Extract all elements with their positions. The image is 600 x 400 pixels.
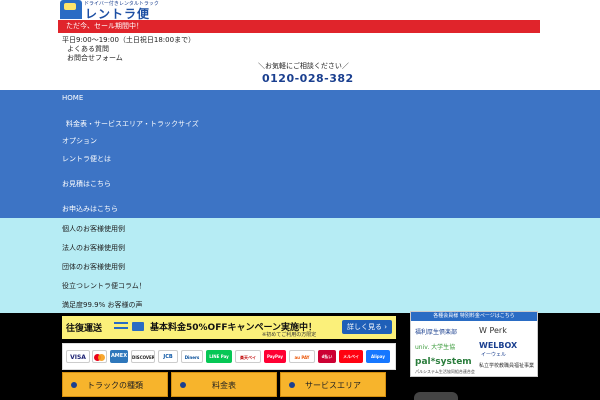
use-case-nav: 個人のお客様使用例 法人のお客様使用例 団体のお客様使用例 役立つレントラ便コラ… [0,218,600,313]
truck-mascot-icon [60,0,82,19]
floating-widget[interactable] [414,392,458,400]
contact-form-link[interactable]: お問合せフォーム [67,53,123,63]
discover-logo: DISCOVER [131,350,155,363]
nav-item-group-cases[interactable]: 団体のお客様使用例 [62,262,125,272]
sale-banner[interactable]: ただ今、セール期間中！ [58,20,540,33]
d-barai-logo: d払い [318,350,336,363]
line-pay-logo: LINE Pay [206,350,232,363]
alipay-logo: Alipay [366,350,390,363]
nav-item-home[interactable]: HOME [62,94,83,102]
phone-note: ＼お気軽にご相談ください／ [258,62,349,70]
campaign-more-button[interactable]: 詳しく見る › [342,320,392,334]
rakuten-pay-logo: 楽天ペイ [235,350,261,363]
service-area-button[interactable]: サービスエリア [280,372,386,397]
arrow-circle-icon [289,382,295,388]
mastercard-logo [92,350,107,363]
nav-item-pricing[interactable]: 料金表・サービスエリア・トラックサイズ [66,119,199,129]
nav-item-apply[interactable]: お申込みはこちら [62,204,118,214]
arrow-circle-icon [180,382,186,388]
truck-icon [132,322,144,331]
nav-item-column[interactable]: 役立つレントラ便コラム！ [62,281,146,291]
palsystem-link[interactable]: pal*system [415,357,472,367]
nav-item-business-cases[interactable]: 法人のお客様使用例 [62,243,125,253]
member-partners-box: 各種会員様 特別料金ページはこちら 福利厚生倶楽部 W Perk univ. 大… [410,311,538,377]
jcb-logo: JCB [158,350,178,363]
paypay-logo: PayPay [264,350,286,363]
diners-logo: Diners [181,350,203,363]
nav-item-personal-cases[interactable]: 個人のお客様使用例 [62,224,125,234]
campaign-banner[interactable]: 往復運送 基本料金50%OFFキャンペーン実施中！ ※初めてご利用の方限定 詳し… [62,316,396,339]
palsystem-subtext: パルシステム生活協同組合連合会 [415,369,475,374]
nav-item-reviews[interactable]: 満足度99.9% お客様の声 [62,300,142,310]
truck-types-label: トラックの種類 [87,381,143,390]
payment-methods: VISA AMEX DISCOVER JCB Diners LINE Pay 楽… [62,343,396,370]
campaign-note: ※初めてご利用の方限定 [262,332,317,338]
roundtrip-label: 往復運送 [66,324,103,334]
equals-icon [114,322,128,331]
amex-logo: AMEX [110,350,128,363]
service-area-label: サービスエリア [305,381,361,390]
au-pay-logo: au PAY [289,350,315,363]
private-school-welfare-link[interactable]: 私立学校教職員福祉事業 [479,362,534,369]
site-logo[interactable]: ドライバー付きレンタルトラック レントラ便 [60,0,159,21]
nav-item-options[interactable]: オプション [62,136,97,146]
perk-link[interactable]: W Perk [479,326,507,335]
price-list-label: 料金表 [212,381,236,390]
merpay-logo: メルペイ [339,350,363,363]
fukuri-kosei-club-link[interactable]: 福利厚生倶楽部 [415,327,457,336]
truck-types-button[interactable]: トラックの種類 [62,372,168,397]
phone-number[interactable]: 0120-028-382 [262,72,354,85]
site-header: ドライバー付きレンタルトラック レントラ便 ただ今、セール期間中！ 平日9:00… [0,0,600,90]
visa-logo: VISA [66,350,90,363]
price-list-button[interactable]: 料金表 [171,372,277,397]
main-nav: HOME 料金表・サービスエリア・トラックサイズ オプション レントラ便とは お… [0,90,600,218]
arrow-circle-icon [71,382,77,388]
welbox-subtext: イーウェル [481,352,507,358]
univ-coop-link[interactable]: univ. 大学生協 [415,342,455,351]
welbox-link[interactable]: WELBOX [479,341,517,350]
member-partners-title[interactable]: 各種会員様 特別料金ページはこちら [411,312,537,321]
nav-item-estimate[interactable]: お見積はこちら [62,179,111,189]
nav-item-about[interactable]: レントラ便とは [62,154,111,164]
